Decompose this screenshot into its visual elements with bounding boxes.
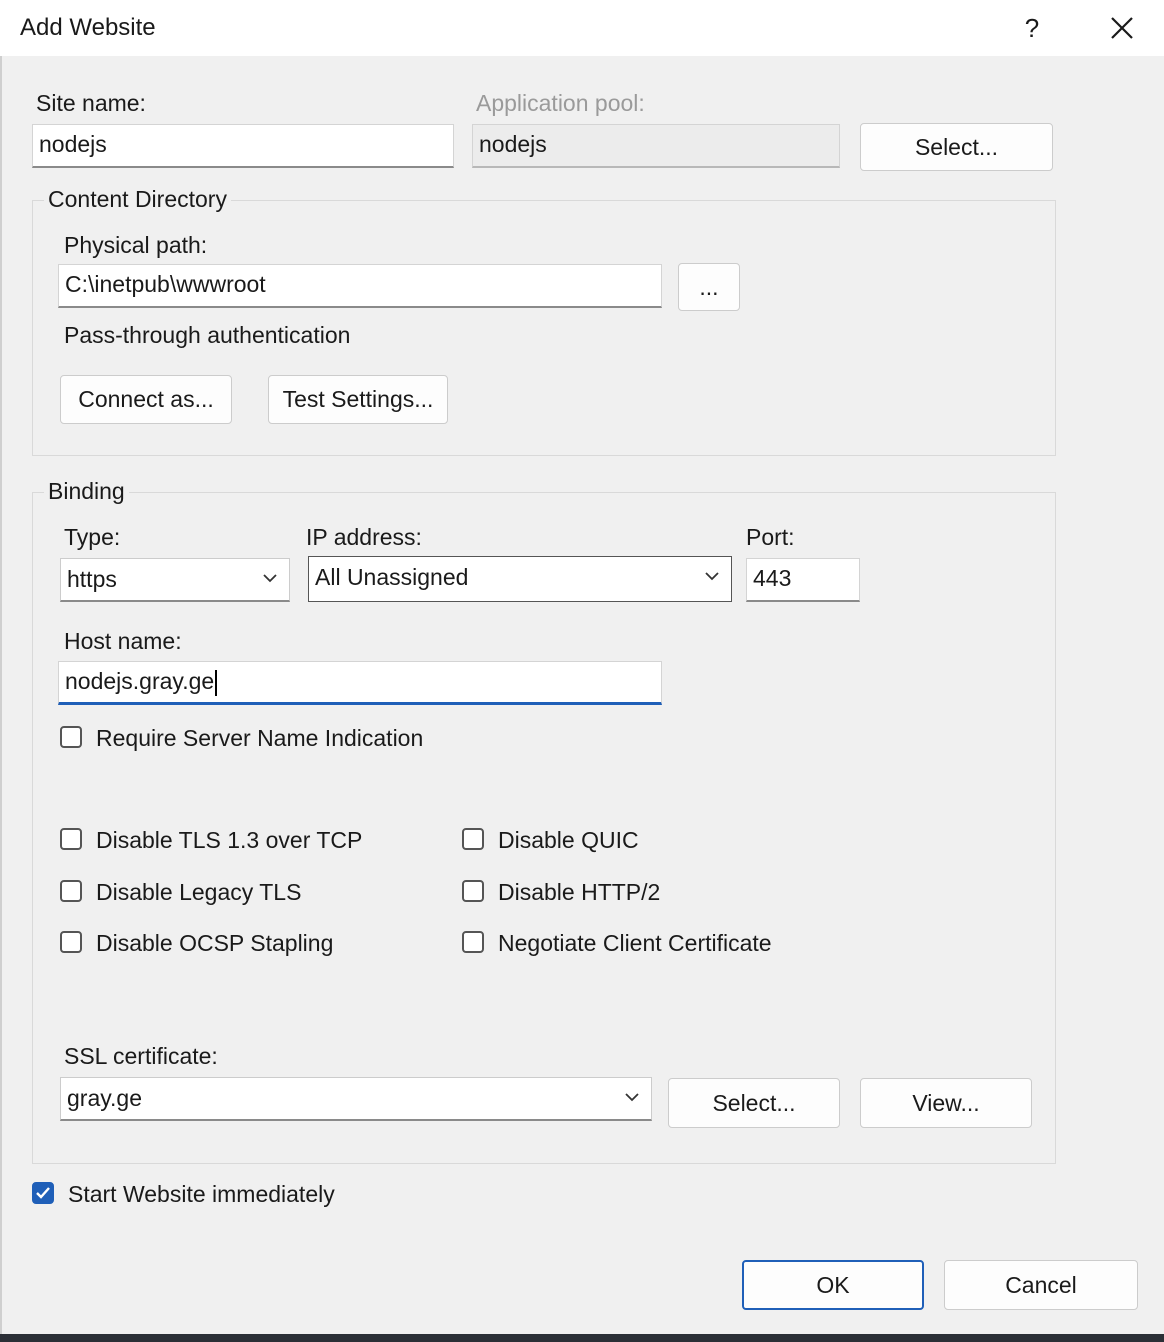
physical-path-label: Physical path: bbox=[64, 232, 208, 258]
negotiate-client-cert-label: Negotiate Client Certificate bbox=[498, 930, 772, 956]
window-title: Add Website bbox=[20, 14, 156, 41]
passthrough-auth-label: Pass-through authentication bbox=[64, 322, 351, 348]
disable-http2-checkbox[interactable] bbox=[462, 880, 484, 902]
chevron-down-icon bbox=[263, 574, 277, 583]
negotiate-client-cert-checkbox[interactable] bbox=[462, 931, 484, 953]
site-name-label: Site name: bbox=[36, 90, 146, 116]
app-pool-label: Application pool: bbox=[476, 90, 645, 116]
ssl-select-button[interactable]: Select... bbox=[668, 1078, 840, 1128]
sni-checkbox-label: Require Server Name Indication bbox=[96, 725, 424, 751]
app-pool-field: nodejs bbox=[472, 124, 840, 168]
checkmark-icon bbox=[36, 1187, 50, 1199]
browse-path-button[interactable]: ... bbox=[678, 263, 740, 311]
ip-address-label: IP address: bbox=[306, 524, 422, 550]
ip-address-select[interactable]: All Unassigned bbox=[308, 556, 732, 602]
type-select[interactable]: https bbox=[60, 558, 290, 602]
disable-legacy-tls-checkbox[interactable] bbox=[60, 880, 82, 902]
text-caret bbox=[215, 669, 218, 696]
background-window-strip bbox=[0, 1334, 1164, 1342]
start-website-label: Start Website immediately bbox=[68, 1181, 335, 1207]
cancel-button[interactable]: Cancel bbox=[944, 1260, 1138, 1310]
binding-title: Binding bbox=[44, 478, 129, 505]
disable-quic-label: Disable QUIC bbox=[498, 827, 639, 853]
ssl-view-button[interactable]: View... bbox=[860, 1078, 1032, 1128]
ok-button[interactable]: OK bbox=[742, 1260, 924, 1310]
help-button[interactable]: ? bbox=[1012, 6, 1052, 50]
host-name-value: nodejs.gray.ge bbox=[65, 668, 215, 694]
title-bar: Add Website ? bbox=[0, 0, 1164, 56]
disable-legacy-tls-label: Disable Legacy TLS bbox=[96, 879, 302, 905]
host-name-input[interactable]: nodejs.gray.ge bbox=[58, 661, 662, 705]
port-label: Port: bbox=[746, 524, 795, 550]
chevron-down-icon bbox=[705, 572, 719, 581]
app-pool-select-button[interactable]: Select... bbox=[860, 123, 1053, 171]
connect-as-button[interactable]: Connect as... bbox=[60, 375, 232, 424]
disable-tls13-checkbox[interactable] bbox=[60, 828, 82, 850]
host-name-label: Host name: bbox=[64, 628, 182, 654]
type-select-value: https bbox=[67, 566, 117, 592]
ssl-certificate-value: gray.ge bbox=[67, 1085, 143, 1111]
site-name-input[interactable]: nodejs bbox=[32, 124, 454, 168]
disable-http2-label: Disable HTTP/2 bbox=[498, 879, 661, 905]
ssl-certificate-label: SSL certificate: bbox=[64, 1043, 218, 1069]
ssl-certificate-select[interactable]: gray.ge bbox=[60, 1077, 652, 1121]
close-icon bbox=[1111, 17, 1133, 39]
disable-ocsp-checkbox[interactable] bbox=[60, 931, 82, 953]
disable-tls13-label: Disable TLS 1.3 over TCP bbox=[96, 827, 363, 853]
disable-ocsp-label: Disable OCSP Stapling bbox=[96, 930, 334, 956]
chevron-down-icon bbox=[625, 1093, 639, 1102]
start-website-checkbox[interactable] bbox=[32, 1182, 54, 1204]
close-button[interactable] bbox=[1098, 6, 1146, 50]
port-input[interactable]: 443 bbox=[746, 558, 860, 602]
physical-path-input[interactable]: C:\inetpub\wwwroot bbox=[58, 264, 662, 308]
type-label: Type: bbox=[64, 524, 121, 550]
ip-address-value: All Unassigned bbox=[315, 564, 469, 590]
disable-quic-checkbox[interactable] bbox=[462, 828, 484, 850]
content-directory-title: Content Directory bbox=[44, 186, 231, 213]
test-settings-button[interactable]: Test Settings... bbox=[268, 375, 448, 424]
sni-checkbox[interactable] bbox=[60, 726, 82, 748]
